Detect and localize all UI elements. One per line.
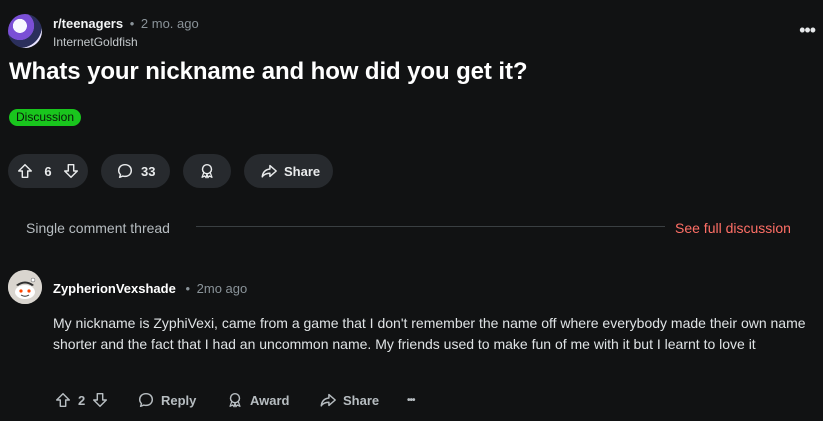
reply-button[interactable]: Reply <box>137 390 196 410</box>
comment-share-button[interactable]: Share <box>319 390 379 410</box>
upvote-icon[interactable] <box>16 162 34 180</box>
reply-icon <box>138 392 154 408</box>
comment-award-button[interactable]: Award <box>226 390 290 410</box>
comment-share-icon <box>320 393 336 407</box>
comment-share-label: Share <box>343 392 380 408</box>
comment-meta-separator: • <box>185 281 191 296</box>
share-button[interactable]: Share <box>244 154 333 188</box>
thread-divider <box>196 226 665 227</box>
post-vote-count: 6 <box>44 163 52 179</box>
award-label: Award <box>250 392 290 408</box>
share-label: Share <box>284 163 321 179</box>
comment-award-icon <box>229 392 241 408</box>
flair-badge[interactable]: Discussion <box>9 109 82 126</box>
comment-author[interactable]: ZypherionVexshade <box>53 281 176 296</box>
comment-vote-count: 2 <box>78 392 86 408</box>
single-thread-label: Single comment thread <box>26 220 170 236</box>
reply-label: Reply <box>161 392 197 408</box>
subreddit-link[interactable]: r/teenagers <box>53 16 123 31</box>
post-author[interactable]: InternetGoldfish <box>53 35 138 49</box>
vote-bar: 6 <box>8 154 88 188</box>
comment-vote-bar: 2 <box>54 390 109 410</box>
comment-more-options-icon[interactable]: ••• <box>407 390 415 410</box>
meta-separator: • <box>129 16 135 31</box>
award-button[interactable] <box>183 154 231 188</box>
see-full-discussion-link[interactable]: See full discussion <box>675 220 791 236</box>
award-icon <box>201 163 213 179</box>
comment-body: My nickname is ZyphiVexi, came from a ga… <box>53 315 806 352</box>
post-meta: r/teenagers • 2 mo. ago <box>53 16 199 31</box>
share-icon <box>261 164 277 178</box>
commenter-avatar[interactable] <box>8 270 42 304</box>
comment-upvote-icon[interactable] <box>54 391 72 409</box>
comment-downvote-icon[interactable] <box>91 391 109 409</box>
snoo-icon <box>8 270 42 304</box>
downvote-icon[interactable] <box>62 162 80 180</box>
comments-button[interactable]: 33 <box>101 154 170 188</box>
comment-age: 2mo ago <box>196 281 248 296</box>
comment-count: 33 <box>141 163 156 179</box>
more-options-icon[interactable]: ••• <box>799 20 816 41</box>
post-age: 2 mo. ago <box>140 16 199 31</box>
comment-icon <box>117 163 133 179</box>
subreddit-avatar[interactable] <box>8 14 42 48</box>
post-title: Whats your nickname and how did you get … <box>9 58 528 85</box>
comment-meta: ZypherionVexshade • 2mo ago <box>53 281 247 296</box>
